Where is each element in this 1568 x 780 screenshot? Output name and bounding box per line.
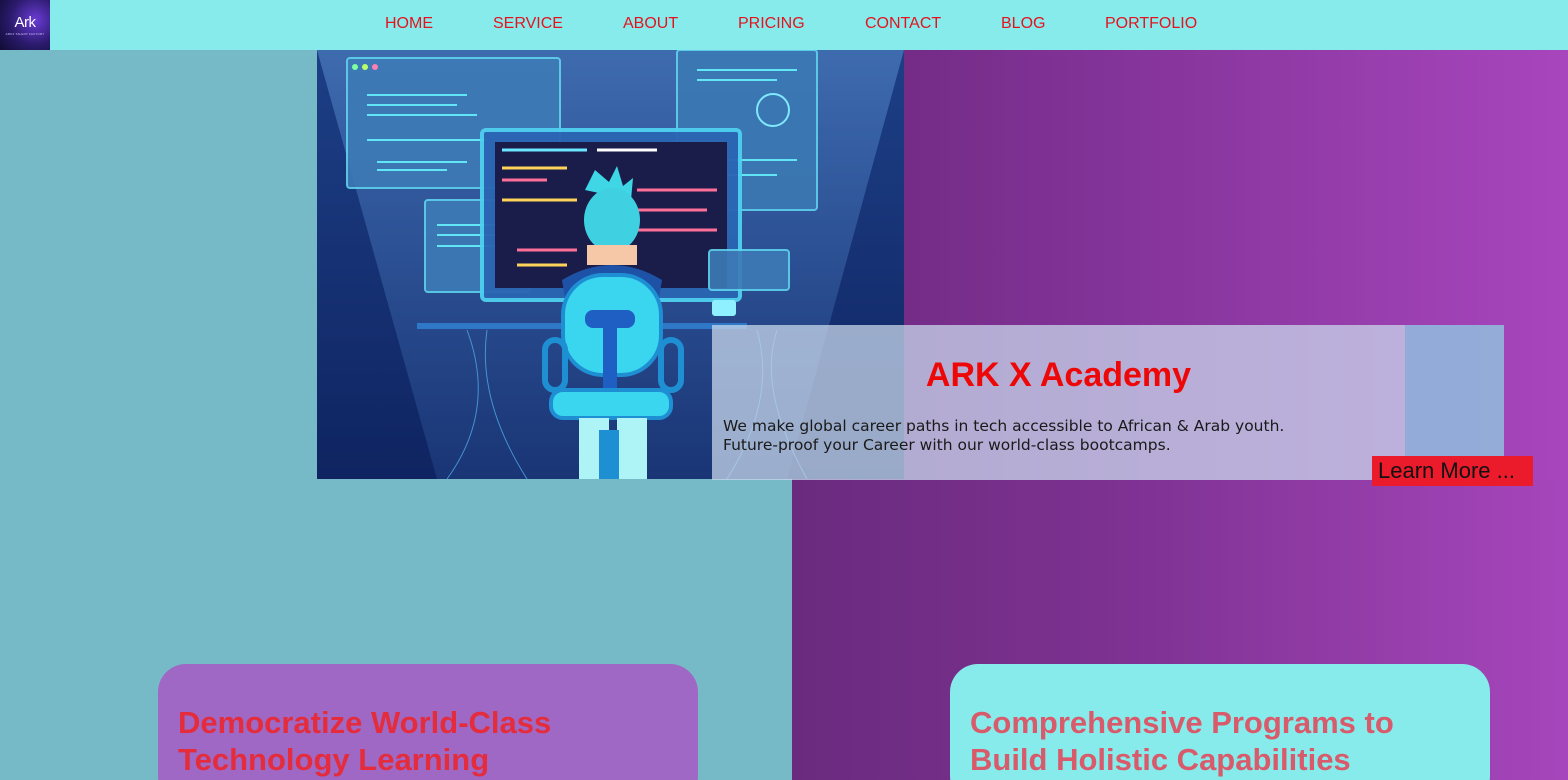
hero-description-line-1: We make global career paths in tech acce…: [723, 417, 1285, 435]
nav-pricing-link[interactable]: PRICING: [738, 15, 805, 33]
main-nav: HOME SERVICE ABOUT PRICING CONTACT BLOG …: [0, 0, 1568, 50]
feature-card-comprehensive: Comprehensive Programs to Build Holistic…: [950, 664, 1490, 780]
feature-card-democratize: Democratize World-Class Technology Learn…: [158, 664, 698, 780]
hero-title: ARK X Academy: [925, 356, 1192, 394]
feature-title-comprehensive: Comprehensive Programs to Build Holistic…: [970, 705, 1394, 777]
top-navbar: Ark ARKX TALENT FACTORY HOME SERVICE ABO…: [0, 0, 1568, 50]
nav-about-link[interactable]: ABOUT: [623, 15, 678, 33]
hero-description-line-2: Future-proof your Career with our world-…: [723, 436, 1171, 454]
nav-contact-link[interactable]: CONTACT: [865, 15, 941, 33]
nav-service-link[interactable]: SERVICE: [493, 15, 563, 33]
hero-description: We make global career paths in tech acce…: [723, 417, 1403, 455]
nav-portfolio-link[interactable]: PORTFOLIO: [1105, 15, 1197, 33]
nav-blog-link[interactable]: BLOG: [1001, 15, 1045, 33]
feature-title-democratize: Democratize World-Class Technology Learn…: [178, 705, 552, 777]
nav-home-link[interactable]: HOME: [385, 15, 433, 33]
learn-more-button[interactable]: Learn More ...: [1372, 456, 1533, 486]
